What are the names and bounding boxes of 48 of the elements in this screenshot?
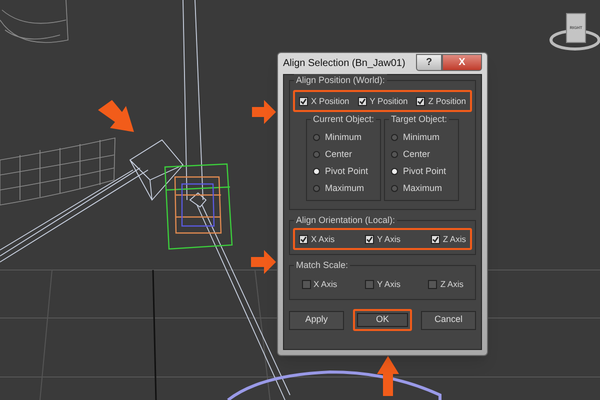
window-title: Align Selection (Bn_Jaw01)	[283, 57, 406, 71]
radio-label: Center	[403, 148, 430, 161]
close-button[interactable]: X	[442, 54, 482, 70]
radio-label: Center	[325, 148, 352, 161]
radio-label: Minimum	[325, 130, 362, 144]
checkbox-label: X Position	[311, 94, 350, 108]
checkbox-label: Z Axis	[440, 278, 464, 290]
radio-button[interactable]	[313, 185, 320, 192]
group-label: Align Position (World):	[294, 74, 387, 88]
checkbox[interactable]	[299, 96, 308, 106]
radio-button[interactable]	[391, 168, 398, 175]
checkbox-label: Y Axis	[377, 278, 400, 290]
checkbox-label: X Axis	[311, 232, 335, 246]
radio-button[interactable]	[391, 134, 398, 141]
radio-label: Maximum	[403, 182, 442, 195]
dialog-button[interactable]: OK	[353, 309, 412, 331]
checkbox[interactable]	[428, 280, 438, 288]
radio-button[interactable]	[313, 168, 320, 175]
radio-label: Pivot Point	[403, 164, 446, 178]
radio-label: Pivot Point	[325, 164, 368, 178]
pointer-arrow-icon	[377, 356, 399, 396]
checkbox[interactable]	[416, 96, 426, 106]
radio-button[interactable]	[313, 134, 320, 141]
dialog-button[interactable]: Apply	[289, 310, 344, 330]
group-label: Target Object:	[389, 113, 450, 126]
pointer-arrow-icon	[98, 100, 134, 132]
checkbox[interactable]	[365, 234, 374, 244]
pointer-arrow-icon	[251, 250, 276, 274]
dialog-button[interactable]: Cancel	[421, 310, 476, 330]
pointer-arrow-icon	[252, 100, 276, 124]
checkbox-label: Z Position	[428, 94, 466, 108]
checkbox[interactable]	[358, 96, 367, 106]
checkbox[interactable]	[430, 234, 440, 244]
checkbox[interactable]	[302, 280, 310, 288]
checkbox-label: Z Axis	[442, 232, 466, 246]
checkbox-label: X Axis	[314, 278, 338, 290]
radio-button[interactable]	[313, 151, 320, 158]
group-label: Align Orientation (Local):	[294, 214, 398, 228]
group-label: Current Object:	[311, 113, 376, 126]
radio-button[interactable]	[391, 151, 398, 158]
checkbox-label: Y Axis	[377, 232, 400, 246]
checkbox-label: Y Position	[370, 94, 408, 108]
checkbox[interactable]	[365, 280, 374, 288]
radio-button[interactable]	[391, 185, 398, 192]
help-button[interactable]: ?	[416, 54, 442, 70]
radio-label: Maximum	[325, 182, 364, 195]
radio-label: Minimum	[403, 130, 440, 144]
checkbox[interactable]	[299, 234, 308, 244]
